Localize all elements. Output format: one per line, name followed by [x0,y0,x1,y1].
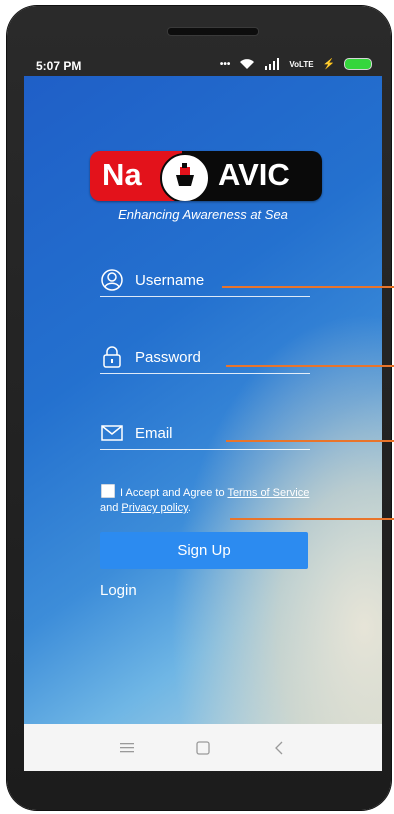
annotation-line-terms [230,518,394,520]
wifi-icon [240,59,255,69]
envelope-icon [101,425,123,441]
username-field[interactable]: Username [100,266,310,297]
app-logo: Na AVIC [90,151,322,201]
signal-icon [265,58,280,70]
menu-nav-button[interactable] [110,736,144,760]
password-placeholder: Password [135,349,201,366]
app-tagline: Enhancing Awareness at Sea [118,207,288,222]
email-field[interactable]: Email [100,419,310,450]
annotation-line-password [226,365,394,367]
username-placeholder: Username [135,272,205,289]
logo-text-left: Na [102,157,142,192]
logo-text-right: AVIC [218,157,290,192]
volte-icon: VoLTE [289,59,314,69]
home-nav-button[interactable] [186,736,220,760]
app-screen: Na AVIC Enhancing Awareness at Sea Usern… [24,76,382,724]
more-dots-icon: ••• [219,58,231,70]
login-link[interactable]: Login [100,582,137,599]
password-field[interactable]: Password [100,343,310,374]
user-icon [101,269,123,291]
battery-icon [344,58,372,70]
back-nav-button[interactable] [262,736,296,760]
lock-icon [103,346,121,368]
home-square-icon [196,740,210,755]
back-chevron-icon [275,741,283,754]
status-bar: 5:07 PM ••• VoLTE ⚡ [24,54,382,76]
android-nav-bar [24,724,382,771]
status-time: 5:07 PM [36,59,82,73]
privacy-link[interactable]: Privacy policy [121,502,187,514]
ship-emblem-icon [160,153,210,201]
email-placeholder: Email [135,425,173,442]
annotation-line-username [222,286,394,288]
annotation-line-email [226,440,394,442]
menu-icon [120,742,134,752]
terms-text: I Accept and Agree to Terms of Service a… [100,487,310,514]
terms-link[interactable]: Terms of Service [227,487,309,499]
speaker-grille [167,27,259,36]
signup-button[interactable]: Sign Up [100,532,308,569]
charging-icon: ⚡ [322,58,335,70]
